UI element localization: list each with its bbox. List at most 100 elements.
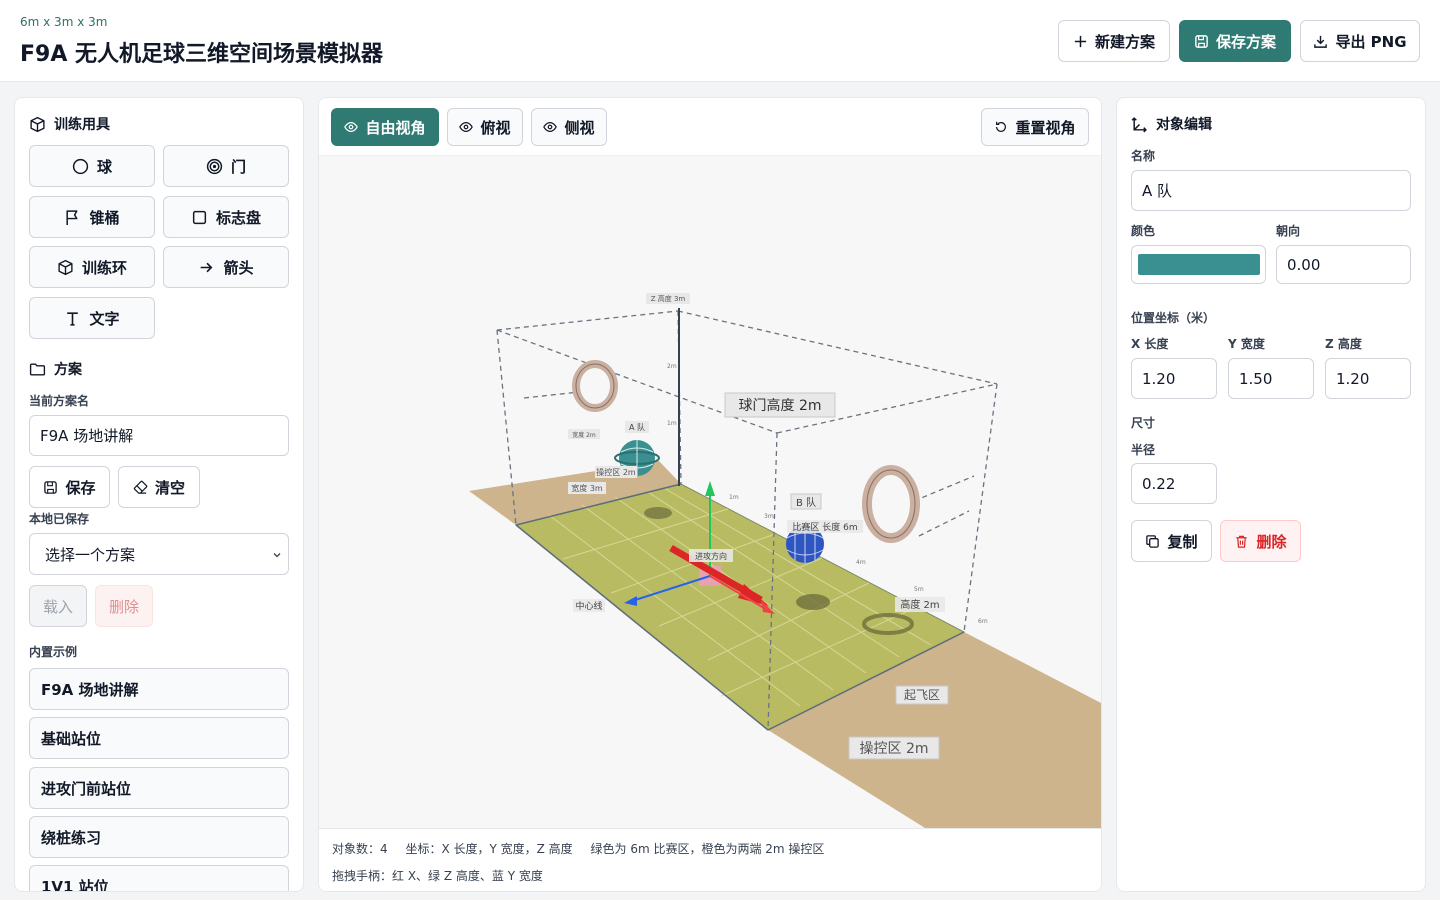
position-label: 位置坐标（米） [1131,311,1216,325]
tool-arrow-label: 箭头 [223,258,254,277]
radius-label: 半径 [1131,443,1156,457]
save-plan-button[interactable]: 保存方案 [1179,20,1291,62]
floppy-icon [44,480,58,494]
builtin-examples-label: 内置示例 [29,645,78,659]
tick-6m: 6m [978,618,988,625]
tool-ring-button[interactable]: 训练环 [29,246,155,288]
tool-ball-label: 球 [96,157,112,176]
b-team-tag: B 队 [796,496,816,509]
color-swatch [1138,254,1260,275]
load-button[interactable]: 载入 [29,585,87,627]
clear-button[interactable]: 清空 [118,466,200,508]
chevron-down-icon [273,553,281,558]
trash-icon [1236,535,1248,548]
radius-input[interactable]: 0.22 [1131,463,1217,504]
arrow-right-icon [201,262,213,272]
object-name-input[interactable]: A 队 [1131,170,1411,211]
floppy-icon [1195,34,1208,48]
tool-marker-label: 标志盘 [215,208,261,227]
eye-icon [459,122,474,132]
shadow [796,594,830,610]
control-zone-label: 操控区 2m [860,741,929,757]
heading-label: 朝向 [1276,224,1301,238]
tool-text-button[interactable]: 文字 [29,297,155,339]
view-toolbar: 自由视角 俯视 侧视 重置视角 [319,98,1101,156]
left-panel: 训练用具 球 门 锥桶 标志盘 训练环 箭头 文字 方案 当前方案名 F9A 场… [14,97,304,892]
attack-dir-label: 进攻方向 [695,551,727,561]
preset-1v1-positions[interactable]: 1V1 站位 [29,865,289,891]
save-plan-label: 保存方案 [1215,32,1276,51]
status-line-2: 拖拽手柄：红 X、绿 Z 高度、蓝 Y 宽度 [332,869,543,883]
copy-label: 复制 [1167,532,1198,551]
training-ring-near-edge [866,469,916,539]
heading-input[interactable]: 0.00 [1276,245,1411,284]
copy-icon [1146,534,1160,548]
new-plan-label: 新建方案 [1094,32,1155,51]
tool-goal-button[interactable]: 门 [163,145,289,187]
page-title: F9A 无人机足球三维空间场景模拟器 [20,42,384,67]
z-input[interactable]: 1.20 [1325,358,1411,399]
takeoff-label: 起飞区 [904,688,940,702]
reset-view-button[interactable]: 重置视角 [981,108,1089,146]
tool-ball-button[interactable]: 球 [29,145,155,187]
side-view-button[interactable]: 侧视 [531,108,607,146]
preset-attack-goal-positions[interactable]: 进攻门前站位 [29,767,289,809]
x-label: X 长度 [1131,337,1169,351]
color-picker[interactable] [1131,245,1266,284]
ctrl-small-label: 操控区 2m [596,467,636,477]
tool-arrow-button[interactable]: 箭头 [163,246,289,288]
delete-object-button[interactable]: 删除 [1220,520,1301,562]
object-count: 对象数：4 [332,842,388,856]
scene-canvas[interactable]: 球门高度 2m A 队 B 队 比赛区 长度 6m 进攻方向 中心线 高度 2m… [319,156,1102,828]
tick-1m: 1m [667,420,677,427]
save-label: 保存 [65,478,96,497]
eye-icon [344,122,359,132]
size-label: 尺寸 [1131,416,1156,430]
new-plan-button[interactable]: 新建方案 [1058,20,1170,62]
side-view-label: 侧视 [564,118,595,137]
folder-icon [29,362,46,376]
tick-5m: 5m [914,586,924,593]
midline-label: 中心线 [575,600,602,612]
flag-icon [66,209,78,225]
plan-title-text: 方案 [54,362,82,378]
square-icon [192,210,207,224]
shadow [644,507,672,519]
plan-name-input[interactable]: F9A 场地讲解 [29,415,289,456]
export-png-button[interactable]: 导出 PNG [1300,20,1420,62]
width-label: 宽度 3m [571,483,603,493]
copy-button[interactable]: 复制 [1131,520,1212,562]
text-icon [67,311,79,326]
free-view-label: 自由视角 [365,118,426,137]
tool-marker-button[interactable]: 标志盘 [163,196,289,238]
color-label: 颜色 [1131,224,1156,238]
tool-ring-label: 训练环 [81,258,127,277]
preset-basic-positions[interactable]: 基础站位 [29,717,289,759]
preset-pole-drill[interactable]: 绕桩练习 [29,816,289,858]
object-editor-title: 对象编辑 [1131,114,1212,134]
delete-saved-button[interactable]: 删除 [95,585,153,627]
tools-section-title: 训练用具 [29,114,110,134]
top-view-label: 俯视 [480,118,511,137]
saved-plan-select[interactable]: 选择一个方案 [29,533,289,575]
plan-section-title: 方案 [29,359,82,379]
y-input[interactable]: 1.50 [1228,358,1314,399]
goal-height-label: 球门高度 2m [739,397,822,414]
saved-plan-select-value: 选择一个方案 [45,545,136,564]
zone-legend: 绿色为 6m 比赛区，橙色为两端 2m 操控区 [590,842,825,856]
top-view-button[interactable]: 俯视 [447,108,523,146]
3d-viewport[interactable]: 球门高度 2m A 队 B 队 比赛区 长度 6m 进攻方向 中心线 高度 2m… [319,156,1102,828]
scene-status-footer: 对象数：4 坐标：X 长度，Y 宽度，Z 高度 绿色为 6m 比赛区，橙色为两端… [319,828,1101,891]
free-view-button[interactable]: 自由视角 [331,108,439,146]
clear-label: 清空 [154,478,185,497]
tool-cone-label: 锥桶 [89,208,120,227]
delete-object-label: 删除 [1256,532,1287,551]
tool-cone-button[interactable]: 锥桶 [29,196,155,238]
eraser-icon [133,480,148,494]
app-header: 6m x 3m x 3m F9A 无人机足球三维空间场景模拟器 新建方案 保存方… [0,0,1440,82]
gizmo-z-arrowhead [705,481,715,496]
reset-view-label: 重置视角 [1015,118,1076,137]
preset-f9a-field[interactable]: F9A 场地讲解 [29,668,289,710]
x-input[interactable]: 1.20 [1131,358,1217,399]
save-button[interactable]: 保存 [29,466,110,508]
